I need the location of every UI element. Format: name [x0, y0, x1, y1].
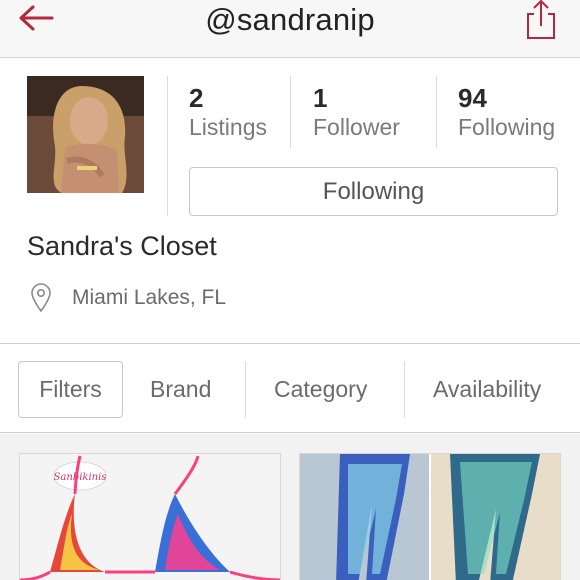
stat-listings[interactable]: 2 Listings [189, 83, 267, 141]
stat-divider [436, 76, 437, 148]
listings-count: 2 [189, 83, 204, 113]
location-row: Miami Lakes, FL [30, 283, 226, 313]
listing-grid: Sanbikinis [0, 434, 580, 580]
following-label: Following [458, 114, 556, 140]
following-button[interactable]: Following [189, 167, 558, 216]
availability-filter[interactable]: Availability [433, 361, 541, 418]
profile-section: 2 Listings 1 Follower 94 Following Follo… [0, 59, 580, 344]
stat-followers[interactable]: 1 Follower [313, 83, 400, 141]
filters-button[interactable]: Filters [18, 361, 123, 418]
brand-filter[interactable]: Brand [150, 361, 211, 418]
filter-divider [404, 361, 405, 418]
share-icon [527, 0, 555, 39]
closet-name: Sandra's Closet [27, 231, 217, 261]
followers-count: 1 [313, 83, 328, 113]
share-button[interactable] [524, 0, 560, 40]
map-pin-icon [31, 283, 51, 313]
listings-label: Listings [189, 114, 267, 140]
category-filter[interactable]: Category [274, 361, 367, 418]
filter-divider [245, 361, 246, 418]
avatar[interactable] [27, 76, 144, 193]
vertical-divider [167, 76, 168, 216]
location-text: Miami Lakes, FL [72, 286, 227, 309]
leggings-listing[interactable] [299, 453, 561, 580]
stat-following[interactable]: 94 Following [458, 83, 555, 141]
brand-badge: Sanbikinis [54, 472, 107, 483]
stat-divider [290, 76, 291, 148]
following-count: 94 [458, 83, 487, 113]
bikini-top-listing[interactable]: Sanbikinis [19, 453, 281, 580]
page-title: @sandranip [205, 2, 375, 37]
followers-label: Follower [313, 114, 400, 140]
top-nav-bar: @sandranip [0, 0, 580, 58]
filter-bar: Filters Brand Category Availability [0, 345, 580, 433]
